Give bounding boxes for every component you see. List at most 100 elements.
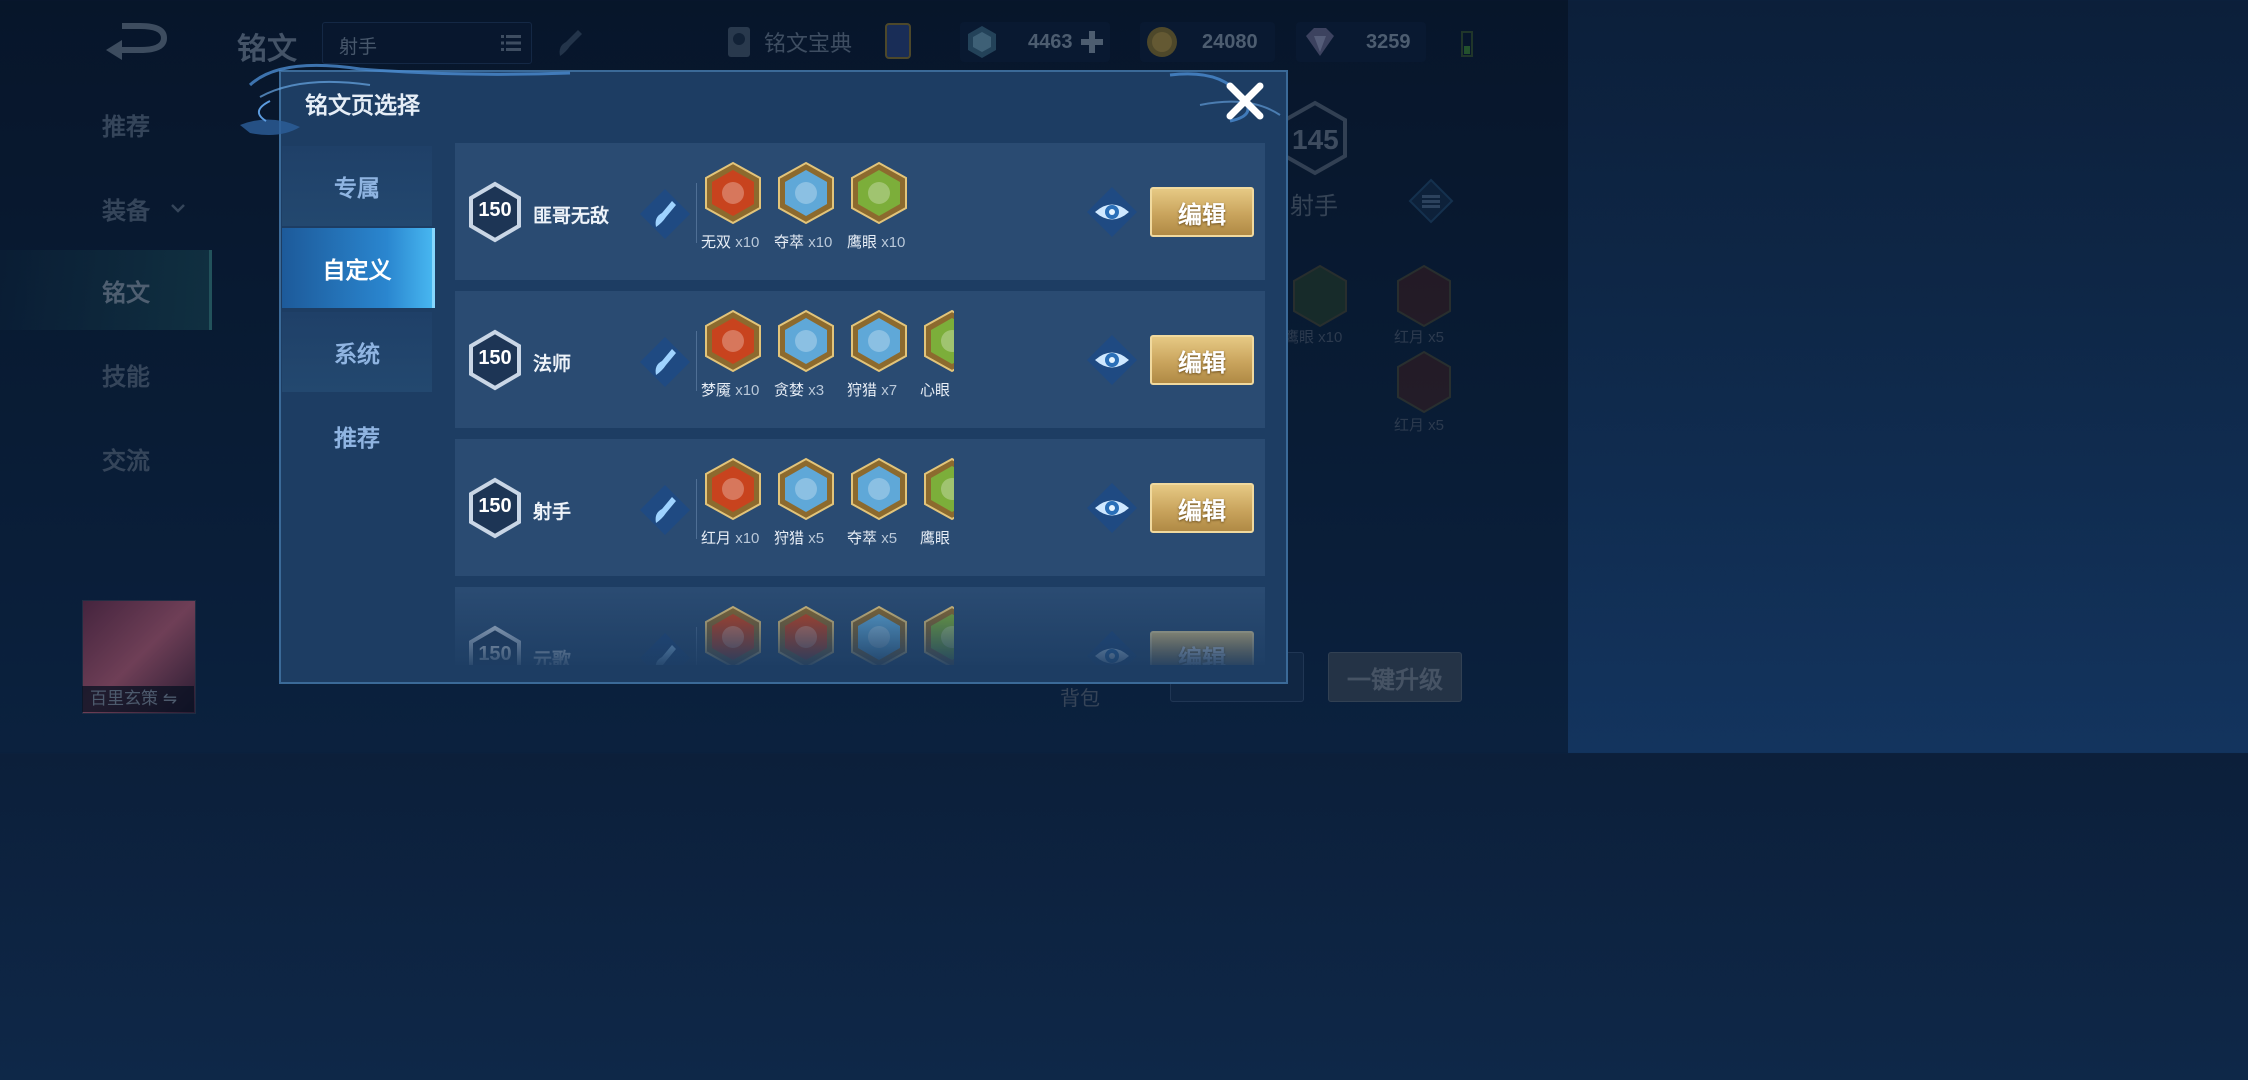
rune-item: 狩猎 x5 bbox=[774, 457, 846, 557]
page-title: 铭文 bbox=[237, 33, 297, 66]
rune-count: x10 bbox=[735, 382, 760, 399]
bg-rune-label: 红月 x5 bbox=[1394, 417, 1445, 434]
nav-label: 技能 bbox=[102, 363, 150, 391]
page-name: 匪哥无敌 bbox=[533, 206, 610, 227]
rune-page-row[interactable]: 150 法师梦魇 x10 贪婪 x3 狩猎 x7 心眼 x10 编辑 bbox=[455, 291, 1265, 428]
rune-page-row[interactable]: 150射手红月 x10狩猎 x5夺萃 x5鹰眼 x10编辑 bbox=[455, 439, 1265, 576]
tab-label: 推荐 bbox=[334, 425, 380, 451]
chevron-down-icon bbox=[171, 204, 185, 213]
edit-button[interactable]: 编辑 bbox=[1150, 335, 1254, 385]
card-icon bbox=[885, 23, 912, 59]
rune-label: 鹰眼 x10 bbox=[847, 231, 905, 252]
rune-summary: 梦魇 x10 贪婪 x3 狩猎 x7 心眼 x10 bbox=[701, 309, 954, 409]
nav-item-skills[interactable]: 技能 bbox=[0, 334, 212, 414]
tab-label: 系统 bbox=[334, 341, 380, 367]
nav-item-community[interactable]: 交流 bbox=[0, 418, 212, 498]
rune-label: 夺萃 x5 bbox=[847, 527, 897, 548]
gem-currency: 3259 bbox=[1296, 22, 1426, 62]
tab-exclusive[interactable]: 专属 bbox=[282, 146, 432, 226]
eye-icon[interactable] bbox=[1085, 333, 1139, 387]
rune-summary bbox=[701, 605, 954, 665]
tab-system[interactable]: 系统 bbox=[282, 312, 432, 392]
nav-label: 装备 bbox=[102, 197, 150, 225]
rename-pen-icon[interactable] bbox=[638, 631, 692, 665]
rune-item: 夺萃 x10 bbox=[774, 161, 846, 261]
green-rune-icon bbox=[924, 457, 954, 521]
rune-item: 夺萃 x5 bbox=[847, 457, 919, 557]
bag-label[interactable]: 背包 bbox=[1060, 682, 1100, 711]
red-rune-icon bbox=[778, 605, 834, 665]
rename-pen-icon[interactable] bbox=[638, 335, 692, 389]
rune-summary: 红月 x10狩猎 x5夺萃 x5鹰眼 x10 bbox=[701, 457, 954, 557]
edit-button[interactable]: 编辑 bbox=[1150, 631, 1254, 665]
divider bbox=[696, 331, 697, 391]
rune-item: 无双 x10 bbox=[701, 161, 773, 261]
one-click-upgrade-button[interactable]: 一键升级 bbox=[1328, 652, 1462, 702]
pen-icon[interactable] bbox=[552, 26, 588, 62]
divider bbox=[696, 479, 697, 539]
rune-page-row[interactable]: 150 元歌 编辑 bbox=[455, 587, 1265, 665]
rune-item: 红月 x10 bbox=[701, 457, 773, 557]
red-rune-icon bbox=[1397, 264, 1451, 328]
page-level: 150 bbox=[478, 643, 512, 665]
green-rune-icon bbox=[1293, 264, 1347, 328]
gold-amount: 24080 bbox=[1202, 30, 1258, 53]
rune-page-row[interactable]: 150 匪哥无敌 无双 x10 夺萃 x10 鹰眼 x10 编辑 bbox=[455, 143, 1265, 280]
rune-name: 狩猎 bbox=[774, 530, 805, 547]
rune-count: x10 bbox=[735, 530, 760, 547]
rename-pen-icon[interactable] bbox=[638, 187, 692, 241]
menu-icon[interactable] bbox=[1408, 178, 1454, 224]
codex-label: 铭文宝典 bbox=[764, 31, 853, 56]
rune-name: 夺萃 bbox=[847, 530, 878, 547]
page-level: 150 bbox=[478, 199, 512, 221]
plus-icon[interactable] bbox=[1079, 29, 1105, 55]
nav-item-runes[interactable]: 铭文 bbox=[0, 250, 212, 330]
hero-select-value: 射手 bbox=[339, 37, 378, 58]
rune-label: 贪婪 x3 bbox=[774, 379, 824, 400]
page-name: 法师 bbox=[533, 354, 572, 375]
rename-pen-icon[interactable] bbox=[638, 483, 692, 537]
rune-label: 狩猎 x5 bbox=[774, 527, 824, 548]
rune-item: 贪婪 x3 bbox=[774, 309, 846, 409]
rune-label: 鹰眼 x10 bbox=[920, 527, 954, 548]
gold-currency: 24080 bbox=[1140, 22, 1275, 62]
rune-label: 红月 x10 bbox=[701, 527, 759, 548]
eye-icon[interactable] bbox=[1085, 629, 1139, 665]
rune-label: 心眼 x10 bbox=[920, 379, 954, 400]
edit-button[interactable]: 编辑 bbox=[1150, 187, 1254, 237]
rune-item bbox=[847, 605, 919, 665]
page-level: 150 bbox=[478, 495, 512, 517]
rune-name: 贪婪 bbox=[774, 382, 805, 399]
rune-name: 无双 bbox=[701, 234, 732, 251]
rune-codex-button[interactable]: 铭文宝典 bbox=[724, 22, 914, 62]
red-rune-icon bbox=[1397, 350, 1451, 414]
red-rune-icon bbox=[705, 161, 761, 225]
rune-item bbox=[701, 605, 773, 665]
close-icon[interactable] bbox=[1222, 78, 1268, 124]
red-rune-icon bbox=[705, 605, 761, 665]
rune-page-list[interactable]: 150 匪哥无敌 无双 x10 夺萃 x10 鹰眼 x10 编辑 150 法师 梦魇 x10 贪婪… bbox=[455, 143, 1265, 665]
page-name: 元歌 bbox=[533, 650, 572, 665]
green-rune-icon bbox=[924, 309, 954, 373]
red-rune-icon bbox=[705, 457, 761, 521]
hero-select-dropdown[interactable]: 射手 bbox=[322, 22, 532, 64]
blue-rune-icon bbox=[778, 309, 834, 373]
tab-recommend[interactable]: 推荐 bbox=[282, 396, 432, 476]
rune-label: 梦魇 x10 bbox=[701, 379, 759, 400]
rune-count: x10 bbox=[808, 234, 833, 251]
back-arrow-icon[interactable] bbox=[100, 20, 176, 64]
hero-name[interactable]: 百里玄策 ⇋ bbox=[82, 686, 194, 712]
modal-title: 铭文页选择 bbox=[305, 92, 420, 118]
divider bbox=[696, 183, 697, 243]
eye-icon[interactable] bbox=[1085, 185, 1139, 239]
eye-icon[interactable] bbox=[1085, 481, 1139, 535]
rune-count: x7 bbox=[881, 382, 898, 399]
tab-custom[interactable]: 自定义 bbox=[282, 228, 435, 308]
nav-item-equipment[interactable]: 装备 bbox=[0, 168, 212, 248]
edit-button[interactable]: 编辑 bbox=[1150, 483, 1254, 533]
rune-count: x5 bbox=[881, 530, 898, 547]
rune-count: x10 bbox=[735, 234, 760, 251]
rune-name: 心眼 bbox=[920, 382, 951, 399]
nav-item-recommend[interactable]: 推荐 bbox=[0, 84, 212, 164]
diamond-currency: 4463 bbox=[960, 22, 1110, 62]
